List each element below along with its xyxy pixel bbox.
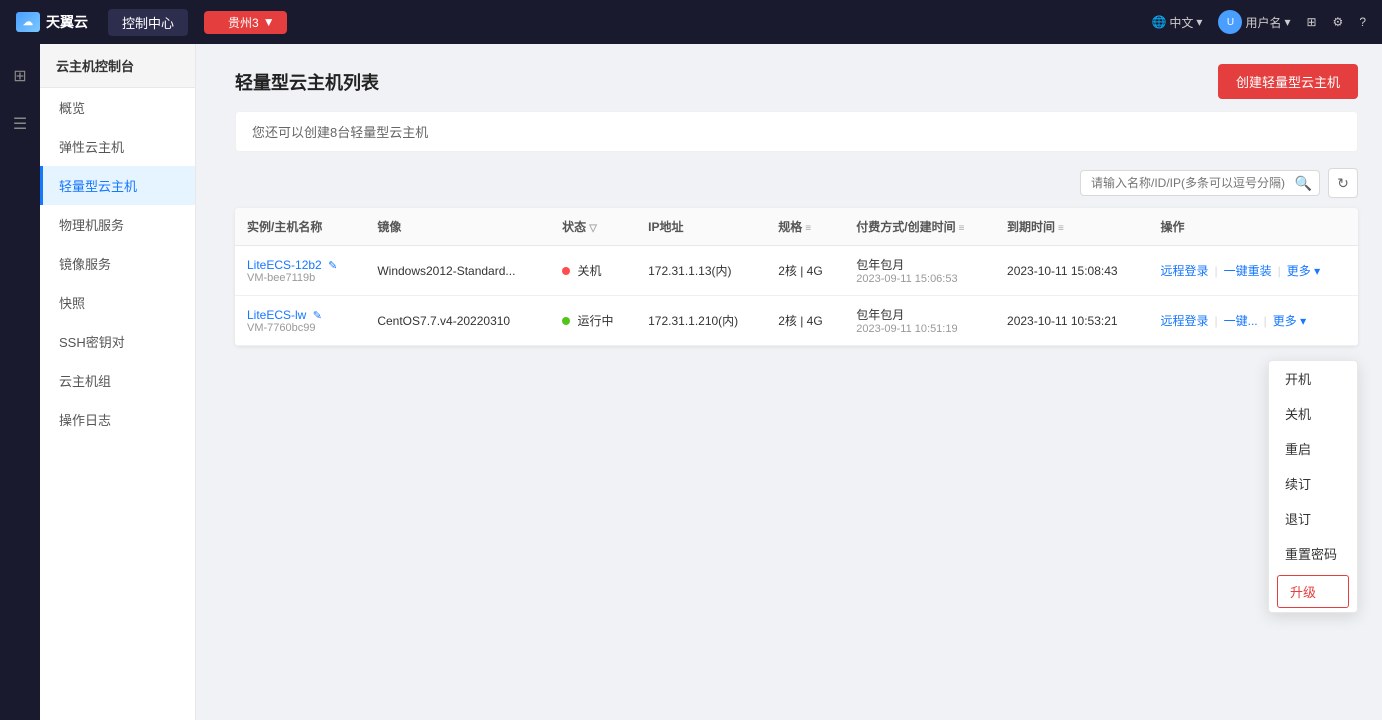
vm-name-link-2[interactable]: LiteECS-lw	[247, 308, 306, 322]
col-status: 状态▽	[550, 208, 636, 246]
dropdown-item-stop[interactable]: 关机	[1269, 396, 1357, 431]
sidebar-item-ssh[interactable]: SSH密钥对	[40, 322, 195, 361]
cell-pay-2: 包年包月 2023-09-11 10:51:19	[844, 296, 995, 346]
search-icon[interactable]: 🔍	[1295, 175, 1312, 192]
refresh-button[interactable]: ↻	[1328, 168, 1358, 198]
cell-ip-2: 172.31.1.210(内)	[636, 296, 766, 346]
dropdown-item-restart[interactable]: 重启	[1269, 431, 1357, 466]
help-icon[interactable]: ?	[1359, 15, 1366, 29]
cell-status-1: 关机	[550, 246, 636, 296]
sidebar-item-image[interactable]: 镜像服务	[40, 244, 195, 283]
cell-name-2: LiteECS-lw ✎ VM-7760bc99	[235, 296, 365, 346]
search-input[interactable]	[1080, 170, 1320, 196]
more-menu-btn-2[interactable]: 更多 ▾	[1273, 312, 1306, 329]
cell-actions-1: 远程登录 | 一键重装 | 更多 ▾	[1148, 246, 1358, 296]
main-layout: ⊞ ☰ 云主机控制台 概览 弹性云主机 轻量型云主机 物理机服务 镜像服务 快照…	[0, 44, 1382, 720]
sidebar-item-op-log[interactable]: 操作日志	[40, 400, 195, 439]
left-navigation: 云主机控制台 概览 弹性云主机 轻量型云主机 物理机服务 镜像服务 快照 SSH…	[40, 44, 196, 720]
col-actions: 操作	[1148, 208, 1358, 246]
table-toolbar: 🔍 ↻	[235, 168, 1358, 198]
remote-login-btn-2[interactable]: 远程登录	[1160, 312, 1208, 329]
sidebar-item-elastic-vm[interactable]: 弹性云主机	[40, 127, 195, 166]
sidebar-item-overview[interactable]: 概览	[40, 88, 195, 127]
dropdown-item-upgrade[interactable]: 升级	[1277, 575, 1349, 608]
sidebar: ⊞ ☰	[0, 44, 40, 720]
sidebar-item-physical[interactable]: 物理机服务	[40, 205, 195, 244]
logo-text: 天翼云	[46, 12, 88, 32]
cell-name-1: LiteECS-12b2 ✎ VM-bee7119b	[235, 246, 365, 296]
reinstall-btn-1[interactable]: 一键重装	[1224, 262, 1272, 279]
avatar: U	[1218, 10, 1242, 34]
status-text-1: 关机	[578, 264, 602, 278]
logo: ☁ 天翼云	[16, 12, 88, 32]
edit-name-icon-2[interactable]: ✎	[313, 310, 322, 322]
cell-status-2: 运行中	[550, 296, 636, 346]
cell-pay-1: 包年包月 2023-09-11 15:06:53	[844, 246, 995, 296]
vm-name-link-1[interactable]: LiteECS-12b2	[247, 258, 322, 272]
logo-icon: ☁	[16, 12, 40, 32]
col-name: 实例/主机名称	[235, 208, 365, 246]
language-selector[interactable]: 🌐 中文 ▾	[1151, 14, 1202, 31]
cell-spec-1: 2核 | 4G	[766, 246, 844, 296]
col-pay: 付费方式/创建时间≡	[844, 208, 995, 246]
cell-expire-1: 2023-10-11 15:08:43	[995, 246, 1148, 296]
cell-actions-2: 远程登录 | 一键... | 更多 ▾	[1148, 296, 1358, 346]
page-title: 轻量型云主机列表	[235, 69, 379, 95]
col-image: 镜像	[365, 208, 550, 246]
cell-image-1: Windows2012-Standard...	[365, 246, 550, 296]
info-bar: 您还可以创建8台轻量型云主机	[235, 111, 1358, 152]
left-nav-header: 云主机控制台	[40, 44, 195, 88]
list-icon[interactable]: ☰	[4, 108, 36, 140]
status-dot-on-2	[562, 317, 570, 325]
dropdown-item-reset-pwd[interactable]: 重置密码	[1269, 536, 1357, 571]
settings-icon[interactable]: ⚙	[1333, 15, 1344, 29]
grid-icon[interactable]: ⊞	[4, 60, 36, 92]
cell-image-2: CentOS7.7.v4-20220310	[365, 296, 550, 346]
vm-table: 实例/主机名称 镜像 状态▽ IP地址 规格≡ 付费方式/创建时间≡ 到期时间≡…	[235, 208, 1358, 346]
col-ip: IP地址	[636, 208, 766, 246]
reinstall-btn-2[interactable]: 一键...	[1224, 312, 1258, 329]
screen-icon[interactable]: ⊞	[1306, 15, 1316, 29]
more-menu-btn-1[interactable]: 更多 ▾	[1287, 262, 1320, 279]
search-wrap: 🔍	[1080, 170, 1320, 196]
vm-subname-1: VM-bee7119b	[247, 272, 353, 284]
create-lite-vm-button[interactable]: 创建轻量型云主机	[1218, 64, 1358, 99]
more-dropdown-menu: 开机 关机 重启 续订 退订 重置密码 升级	[1268, 360, 1358, 613]
pay-filter-icon[interactable]: ≡	[959, 223, 965, 234]
expire-filter-icon[interactable]: ≡	[1058, 223, 1064, 234]
status-filter-icon[interactable]: ▽	[589, 223, 597, 234]
control-center-btn[interactable]: 控制中心	[108, 9, 188, 36]
dropdown-item-start[interactable]: 开机	[1269, 361, 1357, 396]
cell-ip-1: 172.31.1.13(内)	[636, 246, 766, 296]
region-selector[interactable]: 贵州3 ▼	[204, 11, 287, 34]
top-nav-right: 🌐 中文 ▾ U 用户名 ▾ ⊞ ⚙ ?	[1151, 10, 1366, 34]
status-text-2: 运行中	[578, 314, 614, 328]
table-row: LiteECS-lw ✎ VM-7760bc99 CentOS7.7.v4-20…	[235, 296, 1358, 346]
col-expire: 到期时间≡	[995, 208, 1148, 246]
vm-subname-2: VM-7760bc99	[247, 322, 353, 334]
content-header: 轻量型云主机列表 创建轻量型云主机	[235, 64, 1358, 99]
col-spec: 规格≡	[766, 208, 844, 246]
top-navigation: ☁ 天翼云 控制中心 贵州3 ▼ 🌐 中文 ▾ U 用户名 ▾ ⊞ ⚙ ?	[0, 0, 1382, 44]
sidebar-item-vm-group[interactable]: 云主机组	[40, 361, 195, 400]
user-menu[interactable]: U 用户名 ▾	[1218, 10, 1290, 34]
dropdown-item-renew[interactable]: 续订	[1269, 466, 1357, 501]
dropdown-item-cancel[interactable]: 退订	[1269, 501, 1357, 536]
edit-name-icon-1[interactable]: ✎	[328, 260, 337, 272]
status-dot-off-1	[562, 267, 570, 275]
cell-spec-2: 2核 | 4G	[766, 296, 844, 346]
info-text: 您还可以创建8台轻量型云主机	[252, 125, 428, 140]
spec-filter-icon[interactable]: ≡	[805, 223, 811, 234]
sidebar-item-lite-vm[interactable]: 轻量型云主机	[40, 166, 195, 205]
cell-expire-2: 2023-10-11 10:53:21	[995, 296, 1148, 346]
remote-login-btn-1[interactable]: 远程登录	[1160, 262, 1208, 279]
sidebar-item-snapshot[interactable]: 快照	[40, 283, 195, 322]
content-area: 轻量型云主机列表 创建轻量型云主机 您还可以创建8台轻量型云主机 🔍 ↻ 实例/…	[211, 44, 1382, 720]
table-row: LiteECS-12b2 ✎ VM-bee7119b Windows2012-S…	[235, 246, 1358, 296]
